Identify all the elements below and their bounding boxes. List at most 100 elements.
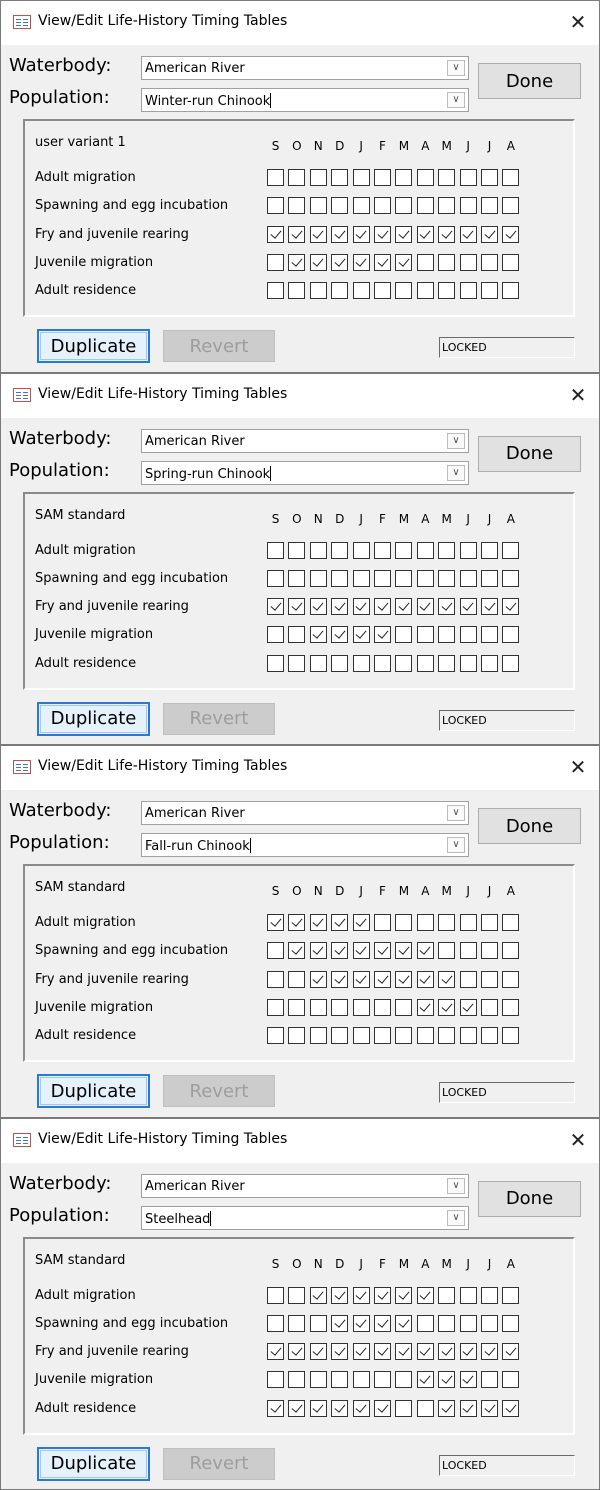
month-checkbox[interactable] — [438, 169, 456, 186]
month-checkbox[interactable] — [438, 970, 456, 988]
month-checkbox[interactable] — [416, 169, 434, 186]
month-checkbox[interactable] — [374, 569, 391, 587]
month-checkbox[interactable] — [502, 253, 520, 271]
waterbody-combo[interactable]: American River ∨ — [141, 1173, 469, 1198]
month-checkbox[interactable] — [395, 998, 413, 1016]
month-checkbox[interactable] — [459, 998, 477, 1016]
waterbody-combo[interactable]: American River ∨ — [141, 56, 469, 80]
month-checkbox[interactable] — [481, 654, 498, 672]
month-checkbox[interactable] — [267, 1027, 284, 1045]
month-checkbox[interactable] — [481, 914, 498, 931]
month-checkbox[interactable] — [267, 253, 284, 271]
month-checkbox[interactable] — [416, 942, 434, 960]
close-icon[interactable]: ✕ — [565, 382, 591, 408]
month-checkbox[interactable] — [331, 225, 349, 243]
done-button[interactable]: Done — [478, 435, 581, 472]
chevron-down-icon[interactable]: ∨ — [447, 60, 465, 76]
month-checkbox[interactable] — [352, 282, 370, 300]
month-checkbox[interactable] — [309, 970, 327, 988]
month-checkbox[interactable] — [502, 654, 520, 672]
month-checkbox[interactable] — [459, 1399, 477, 1417]
done-button[interactable]: Done — [478, 63, 581, 99]
month-checkbox[interactable] — [502, 541, 520, 559]
month-checkbox[interactable] — [331, 197, 349, 215]
month-checkbox[interactable] — [395, 282, 413, 300]
duplicate-button[interactable]: Duplicate — [37, 701, 150, 736]
month-checkbox[interactable] — [438, 1371, 456, 1389]
month-checkbox[interactable] — [352, 169, 370, 186]
month-checkbox[interactable] — [288, 1027, 306, 1045]
month-checkbox[interactable] — [502, 569, 520, 587]
month-checkbox[interactable] — [438, 998, 456, 1016]
month-checkbox[interactable] — [481, 169, 498, 186]
population-combo[interactable]: Steelhead ∨ — [141, 1205, 469, 1230]
waterbody-combo[interactable]: American River ∨ — [141, 801, 469, 825]
month-checkbox[interactable] — [374, 914, 391, 931]
month-checkbox[interactable] — [416, 1343, 434, 1361]
month-checkbox[interactable] — [416, 1314, 434, 1332]
month-checkbox[interactable] — [438, 1286, 456, 1304]
month-checkbox[interactable] — [416, 541, 434, 559]
month-checkbox[interactable] — [288, 998, 306, 1016]
done-button[interactable]: Done — [478, 808, 581, 844]
month-checkbox[interactable] — [309, 1371, 327, 1389]
month-checkbox[interactable] — [267, 914, 284, 931]
month-checkbox[interactable] — [374, 541, 391, 559]
month-checkbox[interactable] — [502, 626, 520, 644]
month-checkbox[interactable] — [481, 1027, 498, 1045]
month-checkbox[interactable] — [481, 225, 498, 243]
month-checkbox[interactable] — [438, 225, 456, 243]
month-checkbox[interactable] — [502, 1399, 520, 1417]
close-icon[interactable]: ✕ — [565, 9, 591, 35]
month-checkbox[interactable] — [331, 1286, 349, 1304]
month-checkbox[interactable] — [309, 169, 327, 186]
month-checkbox[interactable] — [309, 1399, 327, 1417]
chevron-down-icon[interactable]: ∨ — [447, 432, 465, 449]
month-checkbox[interactable] — [438, 1343, 456, 1361]
month-checkbox[interactable] — [459, 1343, 477, 1361]
month-checkbox[interactable] — [481, 998, 498, 1016]
month-checkbox[interactable] — [459, 1314, 477, 1332]
month-checkbox[interactable] — [352, 1399, 370, 1417]
month-checkbox[interactable] — [331, 914, 349, 931]
month-checkbox[interactable] — [309, 626, 327, 644]
month-checkbox[interactable] — [502, 225, 520, 243]
month-checkbox[interactable] — [481, 1314, 498, 1332]
month-checkbox[interactable] — [395, 197, 413, 215]
month-checkbox[interactable] — [331, 1314, 349, 1332]
month-checkbox[interactable] — [352, 914, 370, 931]
month-checkbox[interactable] — [352, 654, 370, 672]
month-checkbox[interactable] — [288, 626, 306, 644]
month-checkbox[interactable] — [309, 282, 327, 300]
month-checkbox[interactable] — [288, 569, 306, 587]
month-checkbox[interactable] — [331, 541, 349, 559]
month-checkbox[interactable] — [331, 569, 349, 587]
month-checkbox[interactable] — [352, 569, 370, 587]
month-checkbox[interactable] — [438, 654, 456, 672]
month-checkbox[interactable] — [438, 942, 456, 960]
month-checkbox[interactable] — [459, 197, 477, 215]
month-checkbox[interactable] — [481, 282, 498, 300]
month-checkbox[interactable] — [288, 169, 306, 186]
month-checkbox[interactable] — [309, 942, 327, 960]
chevron-down-icon[interactable]: ∨ — [447, 805, 465, 821]
month-checkbox[interactable] — [374, 970, 391, 988]
month-checkbox[interactable] — [267, 1286, 284, 1304]
month-checkbox[interactable] — [331, 998, 349, 1016]
month-checkbox[interactable] — [267, 541, 284, 559]
duplicate-button[interactable]: Duplicate — [37, 329, 150, 363]
month-checkbox[interactable] — [374, 282, 391, 300]
month-checkbox[interactable] — [416, 197, 434, 215]
month-checkbox[interactable] — [416, 1027, 434, 1045]
month-checkbox[interactable] — [416, 914, 434, 931]
month-checkbox[interactable] — [267, 169, 284, 186]
month-checkbox[interactable] — [352, 197, 370, 215]
month-checkbox[interactable] — [352, 970, 370, 988]
month-checkbox[interactable] — [459, 569, 477, 587]
month-checkbox[interactable] — [416, 1399, 434, 1417]
month-checkbox[interactable] — [438, 197, 456, 215]
month-checkbox[interactable] — [374, 626, 391, 644]
month-checkbox[interactable] — [395, 914, 413, 931]
month-checkbox[interactable] — [267, 282, 284, 300]
population-combo[interactable]: Winter-run Chinook ∨ — [141, 88, 469, 112]
